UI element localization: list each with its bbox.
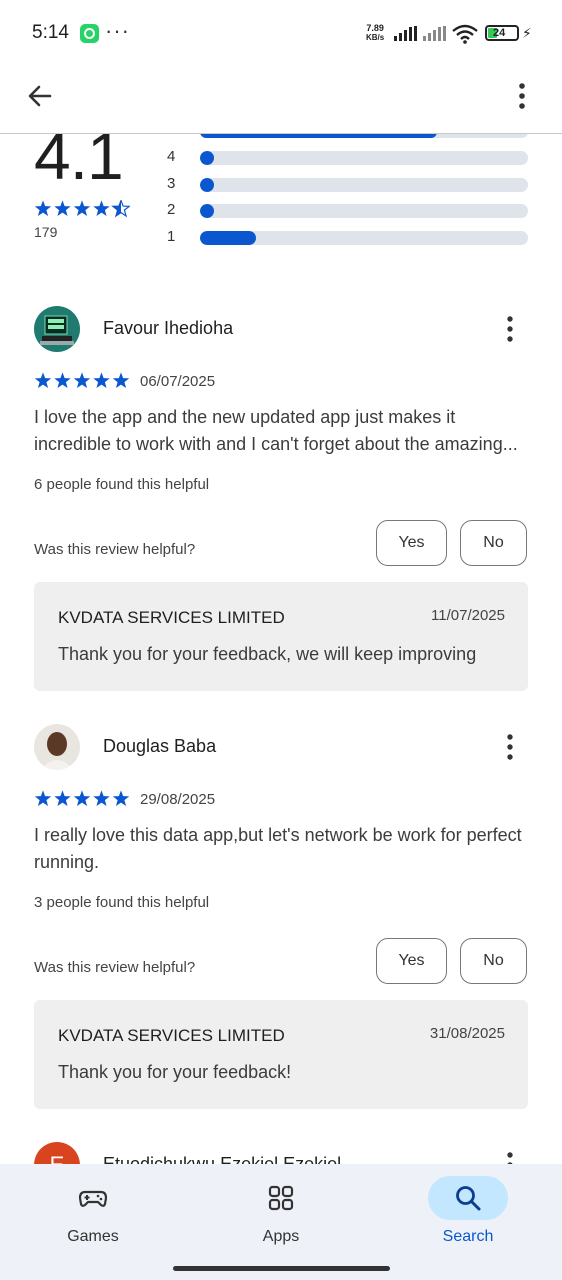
- avatar: E: [34, 1142, 80, 1164]
- rating-bar-track: [200, 204, 528, 218]
- nav-games-pill: [53, 1176, 133, 1220]
- whatsapp-icon: [80, 24, 99, 43]
- star-icon: [54, 790, 71, 806]
- signal-icon: [394, 26, 418, 41]
- search-icon: [456, 1186, 481, 1211]
- nav-apps-pill: [241, 1176, 321, 1220]
- review-text[interactable]: I love the app and the new updated app j…: [34, 404, 534, 458]
- star-icon: [34, 200, 52, 216]
- developer-name: KVDATA SERVICES LIMITED: [58, 1026, 285, 1045]
- review-more-icon[interactable]: [498, 732, 522, 762]
- network-speed-unit: KB/s: [366, 33, 385, 42]
- nav-search-pill: [428, 1176, 508, 1220]
- star-icon: [93, 372, 110, 388]
- avatar: [34, 724, 80, 770]
- reply-text: Thank you for your feedback!: [58, 1062, 292, 1082]
- status-time: 5:14: [32, 22, 69, 43]
- battery-icon: 24: [485, 25, 519, 41]
- status-bar: 5:14 ··· 7.89 KB/s 24 ⚡: [0, 0, 562, 66]
- rating-bar-fill: [200, 230, 256, 245]
- review-date: 06/07/2025: [140, 373, 216, 390]
- star-icon: [73, 372, 91, 388]
- rating-bar-row: 1: [164, 227, 534, 245]
- gamepad-icon: [78, 1190, 108, 1207]
- review-stars: [34, 790, 130, 806]
- rating-bar-5-fill: [200, 134, 437, 138]
- rating-stars: [34, 200, 130, 218]
- helpful-yes-button[interactable]: Yes: [376, 520, 447, 566]
- rating-bar-track: [200, 230, 528, 245]
- helpful-no-button[interactable]: No: [460, 938, 527, 984]
- rating-bar-track: [200, 177, 528, 192]
- review-date: 29/08/2025: [140, 791, 216, 808]
- helpful-count: 6 people found this helpful: [34, 476, 210, 493]
- rating-bar-row: 2: [164, 201, 534, 218]
- rating-bar-track: [200, 151, 528, 165]
- reviewer-name: Favour Ihedioha: [103, 318, 234, 338]
- home-indicator: [173, 1266, 390, 1271]
- apps-grid-icon: [268, 1185, 294, 1211]
- nav-games-label: Games: [67, 1228, 119, 1245]
- nav-search[interactable]: Search: [408, 1164, 528, 1264]
- rating-bar-row: 4: [164, 148, 534, 165]
- rating-bar-fill: [200, 177, 214, 192]
- rating-bar-5: [200, 134, 528, 138]
- nav-search-label: Search: [442, 1228, 494, 1245]
- reviewer-name: Douglas Baba: [103, 736, 217, 756]
- back-arrow-icon[interactable]: [24, 80, 56, 112]
- more-notifications-icon: ···: [105, 18, 130, 43]
- reviewer-name: Etuodichukwu Ezekiel Ezekiel: [103, 1154, 342, 1164]
- rating-bar-label: 1: [167, 227, 176, 245]
- wifi-icon: [452, 24, 478, 44]
- star-icon: [54, 200, 71, 216]
- review-more-icon[interactable]: [498, 314, 522, 344]
- reviews-content[interactable]: 4.1 179 4321 Favour Ihedioha 06/07/2025 …: [0, 134, 562, 1164]
- developer-reply: KVDATA SERVICES LIMITED 11/07/2025 Thank…: [34, 582, 528, 691]
- reply-date: 31/08/2025: [429, 1025, 505, 1042]
- star-icon: [73, 200, 91, 216]
- rating-bar-label: 4: [167, 148, 176, 165]
- network-speed-value: 7.89: [366, 23, 384, 33]
- nav-apps-label: Apps: [262, 1228, 300, 1245]
- rating-bar-fill: [200, 151, 214, 165]
- rating-bar-fill: [200, 204, 214, 218]
- nav-apps[interactable]: Apps: [221, 1164, 341, 1264]
- star-icon: [112, 372, 130, 388]
- rating-bar-label: 2: [167, 201, 176, 218]
- nav-games[interactable]: Games: [33, 1164, 153, 1264]
- rating-count: 179: [34, 224, 58, 240]
- helpful-question: Was this review helpful?: [34, 541, 196, 558]
- star-icon: [112, 790, 130, 806]
- reply-date: 11/07/2025: [431, 607, 505, 624]
- helpful-count: 3 people found this helpful: [34, 894, 210, 911]
- rating-bar-label: 3: [167, 174, 176, 192]
- star-icon: [73, 790, 91, 806]
- helpful-question: Was this review helpful?: [34, 959, 196, 976]
- star-icon: [93, 200, 110, 216]
- star-icon: [34, 790, 52, 806]
- reply-text: Thank you for your feedback, we will kee…: [58, 644, 477, 664]
- developer-reply: KVDATA SERVICES LIMITED 31/08/2025 Thank…: [34, 1000, 528, 1109]
- bottom-navigation: Games Apps Search: [0, 1164, 562, 1280]
- app-bar: [0, 66, 562, 134]
- star-icon: [34, 372, 52, 388]
- star-icon: [93, 790, 110, 806]
- review-stars: [34, 372, 130, 388]
- rating-bar-row: 3: [164, 174, 534, 192]
- battery-text: 24: [493, 27, 506, 39]
- average-rating: 4.1: [34, 134, 124, 193]
- charging-icon: ⚡: [522, 25, 532, 41]
- review-more-icon[interactable]: [498, 1150, 522, 1164]
- developer-name: KVDATA SERVICES LIMITED: [58, 608, 285, 627]
- avatar: [34, 306, 80, 352]
- helpful-yes-button[interactable]: Yes: [376, 938, 447, 984]
- helpful-no-button[interactable]: No: [460, 520, 527, 566]
- network-speed: 7.89 KB/s: [366, 23, 385, 43]
- review-text[interactable]: I really love this data app,but let's ne…: [34, 822, 534, 876]
- more-options-icon[interactable]: [508, 80, 536, 112]
- star-icon: [54, 372, 71, 388]
- signal-2-icon: [423, 26, 447, 41]
